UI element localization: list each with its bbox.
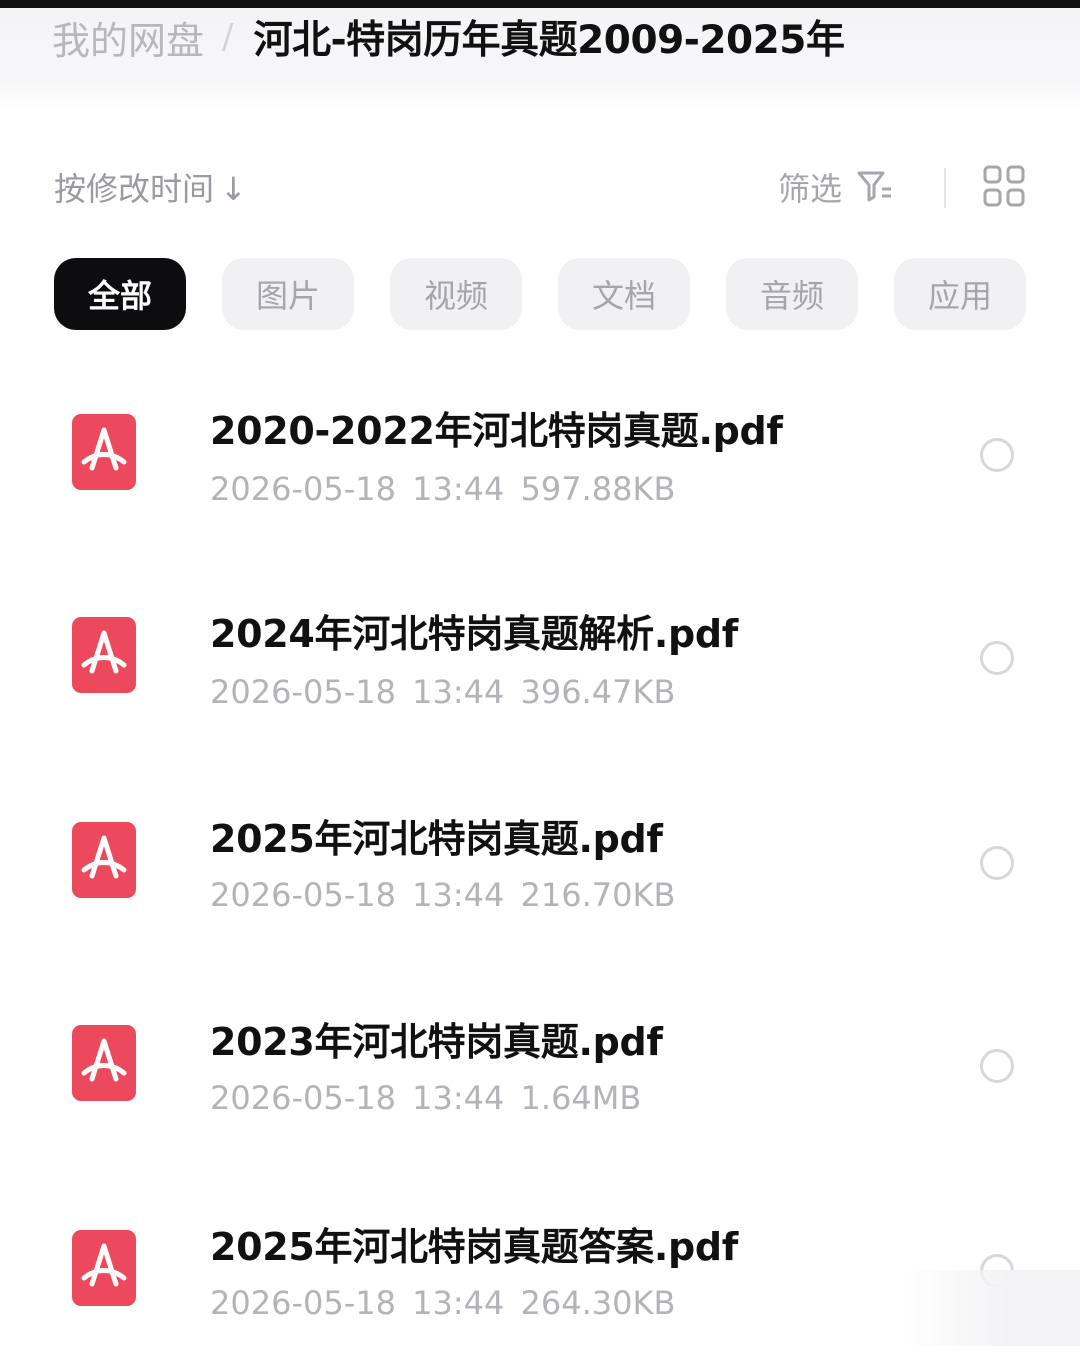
file-date: 2026-05-18: [210, 470, 396, 508]
file-name: 2025年河北特岗真题答案.pdf: [210, 1225, 739, 1269]
sort-direction-arrow: ↓: [220, 170, 247, 208]
file-date: 2026-05-18: [210, 876, 396, 914]
toolbar-divider: [944, 168, 946, 208]
file-size: 1.64MB: [520, 1079, 642, 1117]
file-time: 13:44: [412, 1284, 505, 1322]
filter-label: 筛选: [778, 170, 843, 208]
list-item[interactable]: 2020-2022年河北特岗真题.pdf 2026-05-18 13:44 59…: [0, 360, 1080, 560]
pdf-icon: [72, 414, 136, 490]
file-time: 13:44: [412, 1079, 505, 1117]
file-name: 2024年河北特岗真题解析.pdf: [210, 612, 739, 656]
pdf-icon: [72, 822, 136, 898]
list-item[interactable]: 2025年河北特岗真题.pdf 2026-05-18 13:44 216.70K…: [0, 766, 1080, 966]
select-radio[interactable]: [980, 846, 1014, 880]
file-size: 216.70KB: [520, 876, 676, 914]
breadcrumb-root[interactable]: 我的网盘: [52, 10, 204, 65]
select-radio[interactable]: [980, 641, 1014, 675]
file-date: 2026-05-18: [210, 1079, 396, 1117]
breadcrumb-current-folder: 河北-特岗历年真题2009-2025年: [253, 18, 845, 63]
select-radio[interactable]: [980, 1049, 1014, 1083]
select-radio[interactable]: [980, 438, 1014, 472]
grid-view-icon[interactable]: [982, 164, 1026, 208]
file-time: 13:44: [412, 673, 505, 711]
file-size: 396.47KB: [520, 673, 676, 711]
file-meta: 2026-05-18 13:44 597.88KB: [210, 470, 675, 508]
file-name: 2025年河北特岗真题.pdf: [210, 817, 663, 861]
sort-label: 按修改时间: [54, 170, 215, 208]
file-name: 2020-2022年河北特岗真题.pdf: [210, 409, 783, 453]
file-meta: 2026-05-18 13:44 264.30KB: [210, 1284, 675, 1322]
top-frame-edge: [0, 0, 1080, 8]
tab-audio[interactable]: 音频: [726, 258, 858, 330]
tab-all[interactable]: 全部: [54, 258, 186, 330]
file-date: 2026-05-18: [210, 1284, 396, 1322]
tab-apps[interactable]: 应用: [894, 258, 1026, 330]
filter-icon: [857, 171, 892, 202]
sort-button[interactable]: 按修改时间 ↓: [54, 164, 247, 210]
file-meta: 2026-05-18 13:44 1.64MB: [210, 1079, 641, 1117]
tab-documents[interactable]: 文档: [558, 258, 690, 330]
file-time: 13:44: [412, 876, 505, 914]
file-date: 2026-05-18: [210, 673, 396, 711]
pdf-icon: [72, 1025, 136, 1101]
tab-videos[interactable]: 视频: [390, 258, 522, 330]
file-time: 13:44: [412, 470, 505, 508]
list-item[interactable]: 2024年河北特岗真题解析.pdf 2026-05-18 13:44 396.4…: [0, 563, 1080, 763]
pdf-icon: [72, 617, 136, 693]
breadcrumb: 我的网盘 / 河北-特岗历年真题2009-2025年: [52, 10, 845, 65]
pdf-icon: [72, 1230, 136, 1306]
file-name: 2023年河北特岗真题.pdf: [210, 1020, 663, 1064]
file-meta: 2026-05-18 13:44 396.47KB: [210, 673, 675, 711]
file-size: 264.30KB: [520, 1284, 676, 1322]
category-tabs: 全部 图片 视频 文档 音频 应用: [0, 258, 1080, 332]
list-item[interactable]: 2023年河北特岗真题.pdf 2026-05-18 13:44 1.64MB: [0, 969, 1080, 1169]
file-size: 597.88KB: [520, 470, 676, 508]
filter-button[interactable]: 筛选: [778, 164, 894, 210]
file-meta: 2026-05-18 13:44 216.70KB: [210, 876, 675, 914]
corner-overlay: [900, 1270, 1080, 1346]
toolbar: 按修改时间 ↓ 筛选: [0, 150, 1080, 220]
tab-images[interactable]: 图片: [222, 258, 354, 330]
breadcrumb-separator: /: [222, 17, 234, 57]
